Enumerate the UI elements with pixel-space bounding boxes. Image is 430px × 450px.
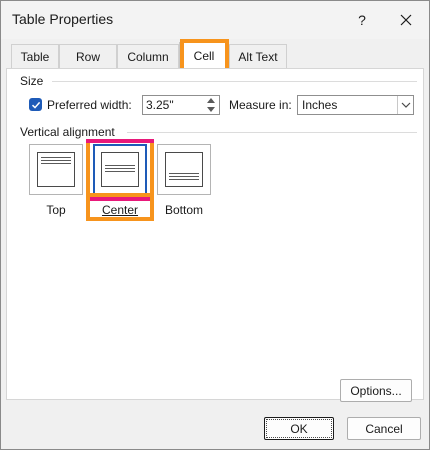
dialog-title: Table Properties xyxy=(12,11,114,27)
cancel-button[interactable]: Cancel xyxy=(347,417,421,440)
help-button[interactable]: ? xyxy=(339,1,385,39)
cell-tab-panel: Size Preferred width: 3.25" Measure in: … xyxy=(6,68,424,402)
preferred-width-checkbox[interactable] xyxy=(29,98,42,111)
align-bottom-icon xyxy=(165,152,203,187)
center-highlight-right-edge xyxy=(148,143,154,197)
title-bar: Table Properties ? xyxy=(1,1,429,39)
close-icon xyxy=(400,14,412,26)
measure-in-label: Measure in: xyxy=(229,98,292,112)
close-button[interactable] xyxy=(383,1,429,39)
align-top-label: Top xyxy=(46,203,66,217)
preferred-width-value: 3.25" xyxy=(146,98,174,112)
size-group-label: Size xyxy=(20,74,44,88)
align-bottom-label: Bottom xyxy=(164,203,203,217)
tab-alt-text-label: Alt Text xyxy=(238,49,278,64)
options-button[interactable]: Options... xyxy=(340,379,412,402)
preferred-width-label: Preferred width: xyxy=(47,98,132,112)
center-option-highlight-pink xyxy=(86,139,154,201)
vertical-alignment-divider xyxy=(127,132,417,133)
chevron-down-icon[interactable] xyxy=(397,96,413,114)
vertical-alignment-group-label: Vertical alignment xyxy=(20,125,115,139)
align-bottom-button[interactable] xyxy=(157,144,211,195)
tab-alt-text[interactable]: Alt Text xyxy=(229,44,287,68)
align-top-icon xyxy=(37,152,75,187)
measure-in-value: Inches xyxy=(302,98,338,112)
size-group-divider xyxy=(52,81,417,82)
preferred-width-spinner[interactable] xyxy=(203,96,218,116)
tab-row[interactable]: Row xyxy=(59,44,117,68)
checkmark-icon xyxy=(31,101,40,109)
spin-up-icon[interactable] xyxy=(203,96,218,105)
ok-button[interactable]: OK xyxy=(264,417,334,440)
tab-row-label: Row xyxy=(75,49,100,64)
spin-down-icon[interactable] xyxy=(203,105,218,114)
align-top-button[interactable] xyxy=(29,144,83,195)
table-properties-dialog: Table Properties ? Table Row Column Cell… xyxy=(0,0,430,450)
tab-table[interactable]: Table xyxy=(11,44,59,68)
center-label-highlight-orange xyxy=(86,193,154,221)
tab-column-label: Column xyxy=(127,49,169,64)
center-highlight-left-edge xyxy=(86,143,92,197)
tab-column[interactable]: Column xyxy=(117,44,179,68)
tab-table-label: Table xyxy=(20,49,50,64)
